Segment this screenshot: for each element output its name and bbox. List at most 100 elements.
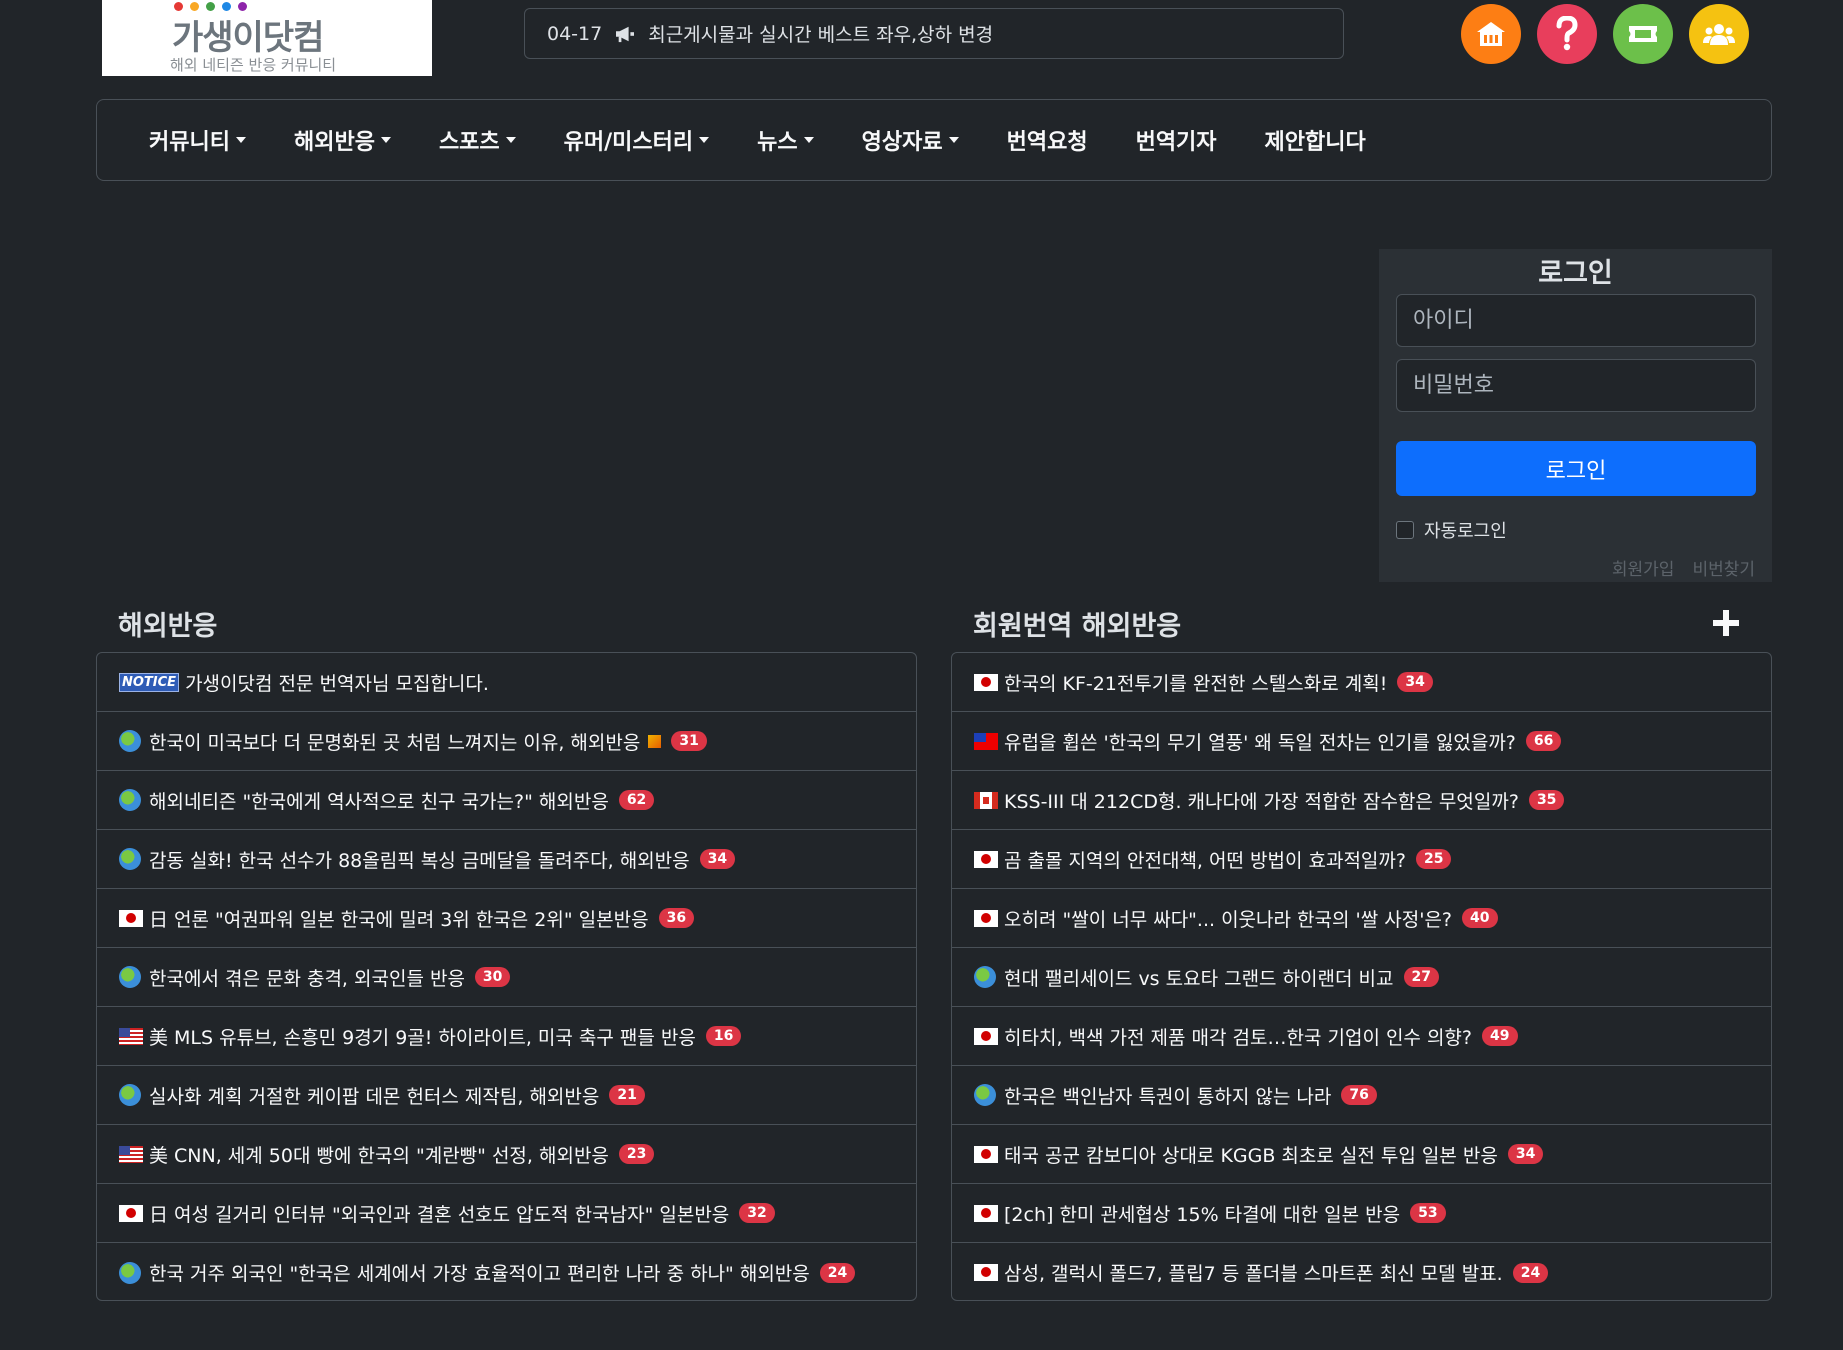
auto-login[interactable]: 자동로그인 bbox=[1396, 517, 1507, 543]
list-item-title[interactable]: 한국에서 겪은 문화 충격, 외국인들 반응 bbox=[149, 964, 465, 991]
caret-down-icon bbox=[803, 137, 814, 143]
list-item[interactable]: 오히려 "쌀이 너무 싸다"... 이웃나라 한국의 '쌀 사정'은? 40 bbox=[952, 889, 1771, 948]
tw-flag-icon bbox=[974, 732, 998, 750]
nav-item[interactable]: 번역요청 bbox=[1007, 124, 1088, 156]
list-item-title[interactable]: 한국이 미국보다 더 문명화된 곳 처럼 느껴지는 이유, 해외반응 bbox=[149, 728, 640, 755]
plus-icon[interactable] bbox=[1712, 609, 1740, 637]
list-item[interactable]: 감동 실화! 한국 선수가 88올림픽 복싱 금메달을 돌려주다, 해외반응 34 bbox=[97, 830, 916, 889]
caret-down-icon bbox=[948, 137, 959, 143]
nav-item[interactable]: 해외반응 bbox=[294, 124, 391, 156]
jp-flag-icon bbox=[119, 909, 143, 927]
list-item[interactable]: 한국이 미국보다 더 문명화된 곳 처럼 느껴지는 이유, 해외반응 31 bbox=[97, 712, 916, 771]
list-item[interactable]: NOTICE 가생이닷컴 전문 번역자님 모집합니다. bbox=[97, 653, 916, 712]
signup-link[interactable]: 회원가입 bbox=[1612, 555, 1675, 580]
comment-count-badge: 27 bbox=[1403, 967, 1439, 987]
globe-icon bbox=[119, 966, 141, 988]
member-translation-title[interactable]: 회원번역 해외반응 bbox=[973, 604, 1181, 643]
ticket-icon bbox=[1629, 26, 1657, 42]
nav-item-label: 뉴스 bbox=[757, 130, 798, 155]
list-item[interactable]: 한국에서 겪은 문화 충격, 외국인들 반응 30 bbox=[97, 948, 916, 1007]
list-item-title[interactable]: [2ch] 한미 관세협상 15% 타결에 대한 일본 반응 bbox=[1004, 1200, 1400, 1227]
help-button[interactable] bbox=[1537, 4, 1597, 64]
comment-count-badge: 34 bbox=[699, 849, 736, 869]
caret-down-icon bbox=[699, 137, 710, 143]
list-item[interactable]: KSS-III 대 212CD형. 캐나다에 가장 적합한 잠수함은 무엇일까?… bbox=[952, 771, 1771, 830]
auto-login-checkbox[interactable] bbox=[1396, 521, 1414, 539]
list-item[interactable]: 한국의 KF-21전투기를 완전한 스텔스화로 계획! 34 bbox=[952, 653, 1771, 712]
overseas-reaction-title[interactable]: 해외반응 bbox=[118, 604, 217, 643]
list-item[interactable]: [2ch] 한미 관세협상 15% 타결에 대한 일본 반응 53 bbox=[952, 1184, 1771, 1243]
list-item[interactable]: 유럽을 휩쓴 '한국의 무기 열풍' 왜 독일 전차는 인기를 잃었을까? 66 bbox=[952, 712, 1771, 771]
list-item-title[interactable]: 해외네티즌 "한국에게 역사적으로 친구 국가는?" 해외반응 bbox=[149, 787, 609, 814]
list-item-title[interactable]: 한국 거주 외국인 "한국은 세계에서 가장 효율적이고 편리한 나라 중 하나… bbox=[149, 1259, 810, 1286]
list-item[interactable]: 현대 팰리세이드 vs 토요타 그랜드 하이랜더 비교 27 bbox=[952, 948, 1771, 1007]
comment-count-badge: 25 bbox=[1415, 849, 1452, 869]
site-logo[interactable]: 가생이닷컴 해외 네티즌 반응 커뮤니티 bbox=[102, 0, 432, 76]
list-item-title[interactable]: 日 언론 "여권파워 일본 한국에 밀려 3위 한국은 2위" 일본반응 bbox=[149, 905, 649, 932]
nav-item-label: 유머/미스터리 bbox=[563, 130, 694, 155]
comment-count-badge: 24 bbox=[819, 1262, 856, 1283]
list-item-title[interactable]: 태국 공군 캄보디아 상대로 KGGB 최초로 실전 투입 일본 반응 bbox=[1004, 1141, 1498, 1168]
list-item[interactable]: 태국 공군 캄보디아 상대로 KGGB 최초로 실전 투입 일본 반응 34 bbox=[952, 1125, 1771, 1184]
nav-item[interactable]: 영상자료 bbox=[862, 124, 959, 156]
jp-flag-icon bbox=[974, 1264, 998, 1281]
list-item[interactable]: 한국 거주 외국인 "한국은 세계에서 가장 효율적이고 편리한 나라 중 하나… bbox=[97, 1243, 916, 1300]
username-input[interactable] bbox=[1396, 294, 1756, 347]
list-item-title[interactable]: 곰 출몰 지역의 안전대책, 어떤 방법이 효과적일까? bbox=[1004, 846, 1406, 873]
comment-count-badge: 66 bbox=[1525, 731, 1562, 751]
nav-item[interactable]: 유머/미스터리 bbox=[563, 124, 710, 156]
list-item-title[interactable]: 유럽을 휩쓴 '한국의 무기 열풍' 왜 독일 전차는 인기를 잃었을까? bbox=[1004, 728, 1516, 755]
jp-flag-icon bbox=[974, 909, 998, 927]
top-icon-group bbox=[1461, 4, 1749, 64]
list-item-title[interactable]: 가생이닷컴 전문 번역자님 모집합니다. bbox=[185, 669, 489, 696]
globe-icon bbox=[974, 1084, 996, 1106]
question-icon bbox=[1556, 16, 1578, 51]
notice-date: 04-17 bbox=[547, 22, 603, 45]
list-item[interactable]: 美 CNN, 세계 50대 빵에 한국의 "계란빵" 선정, 해외반응 23 bbox=[97, 1125, 916, 1184]
list-item-title[interactable]: 실사화 계획 거절한 케이팝 데몬 헌터스 제작팀, 해외반응 bbox=[149, 1082, 599, 1109]
comment-count-badge: 16 bbox=[705, 1026, 742, 1046]
list-item[interactable]: 日 언론 "여권파워 일본 한국에 밀려 3위 한국은 2위" 일본반응 36 bbox=[97, 889, 916, 948]
list-item[interactable]: 실사화 계획 거절한 케이팝 데몬 헌터스 제작팀, 해외반응 21 bbox=[97, 1066, 916, 1125]
nav-item-label: 번역요청 bbox=[1006, 130, 1088, 155]
list-item[interactable]: 삼성, 갤럭시 폴드7, 플립7 등 폴더블 스마트폰 최신 모델 발표. 24 bbox=[952, 1243, 1771, 1300]
list-item-title[interactable]: 美 CNN, 세계 50대 빵에 한국의 "계란빵" 선정, 해외반응 bbox=[149, 1141, 609, 1168]
caret-down-icon bbox=[380, 137, 391, 143]
nav-item[interactable]: 커뮤니티 bbox=[149, 124, 246, 156]
password-input[interactable] bbox=[1396, 359, 1756, 412]
list-item-title[interactable]: 현대 팰리세이드 vs 토요타 그랜드 하이랜더 비교 bbox=[1004, 964, 1394, 991]
nav-item[interactable]: 뉴스 bbox=[757, 124, 814, 156]
comment-count-badge: 34 bbox=[1507, 1144, 1544, 1164]
notice-bar[interactable]: 04-17 최근게시물과 실시간 베스트 좌우,상하 변경 bbox=[524, 8, 1344, 59]
nav-item[interactable]: 스포츠 bbox=[439, 124, 516, 156]
nav-item-label: 스포츠 bbox=[438, 130, 500, 155]
list-item[interactable]: 美 MLS 유튜브, 손흥민 9경기 9골! 하이라이트, 미국 축구 팬들 반… bbox=[97, 1007, 916, 1066]
nav-item[interactable]: 제안합니다 bbox=[1265, 124, 1366, 156]
list-item-title[interactable]: 한국은 백인남자 특권이 통하지 않는 나라 bbox=[1004, 1082, 1331, 1109]
list-item-title[interactable]: 한국의 KF-21전투기를 완전한 스텔스화로 계획! bbox=[1004, 669, 1387, 696]
list-item-title[interactable]: 히타치, 백색 가전 제품 매각 검토…한국 기업이 인수 의향? bbox=[1004, 1023, 1472, 1050]
users-button[interactable] bbox=[1689, 4, 1749, 64]
nav-item[interactable]: 번역기자 bbox=[1136, 124, 1217, 156]
list-item[interactable]: 곰 출몰 지역의 안전대책, 어떤 방법이 효과적일까? 25 bbox=[952, 830, 1771, 889]
list-item-title[interactable]: 日 여성 길거리 인터뷰 "외국인과 결혼 선호도 압도적 한국남자" 일본반응 bbox=[149, 1200, 729, 1227]
login-button[interactable]: 로그인 bbox=[1396, 441, 1756, 496]
list-item[interactable]: 한국은 백인남자 특권이 통하지 않는 나라 76 bbox=[952, 1066, 1771, 1125]
list-item-title[interactable]: 감동 실화! 한국 선수가 88올림픽 복싱 금메달을 돌려주다, 해외반응 bbox=[149, 846, 690, 873]
jp-flag-icon bbox=[974, 850, 998, 868]
overseas-reaction-list: NOTICE 가생이닷컴 전문 번역자님 모집합니다. 한국이 미국보다 더 문명화… bbox=[96, 652, 917, 1301]
list-item-title[interactable]: 오히려 "쌀이 너무 싸다"... 이웃나라 한국의 '쌀 사정'은? bbox=[1004, 905, 1452, 932]
list-item-title[interactable]: 삼성, 갤럭시 폴드7, 플립7 등 폴더블 스마트폰 최신 모델 발표. bbox=[1004, 1259, 1503, 1286]
nav-item-label: 제안합니다 bbox=[1264, 130, 1366, 155]
list-item-title[interactable]: KSS-III 대 212CD형. 캐나다에 가장 적합한 잠수함은 무엇일까? bbox=[1004, 787, 1519, 814]
find-password-link[interactable]: 비번찾기 bbox=[1692, 555, 1755, 580]
list-item[interactable]: 해외네티즌 "한국에게 역사적으로 친구 국가는?" 해외반응 62 bbox=[97, 771, 916, 830]
us-flag-icon bbox=[119, 1145, 143, 1163]
list-item-title[interactable]: 美 MLS 유튜브, 손흥민 9경기 9골! 하이라이트, 미국 축구 팬들 반… bbox=[149, 1023, 696, 1050]
ticket-button[interactable] bbox=[1613, 4, 1673, 64]
list-item[interactable]: 日 여성 길거리 인터뷰 "외국인과 결혼 선호도 압도적 한국남자" 일본반응… bbox=[97, 1184, 916, 1243]
globe-icon bbox=[119, 1261, 141, 1284]
list-item[interactable]: 히타치, 백색 가전 제품 매각 검토…한국 기업이 인수 의향? 49 bbox=[952, 1007, 1771, 1066]
home-button[interactable] bbox=[1461, 4, 1521, 64]
comment-count-badge: 34 bbox=[1397, 672, 1433, 692]
